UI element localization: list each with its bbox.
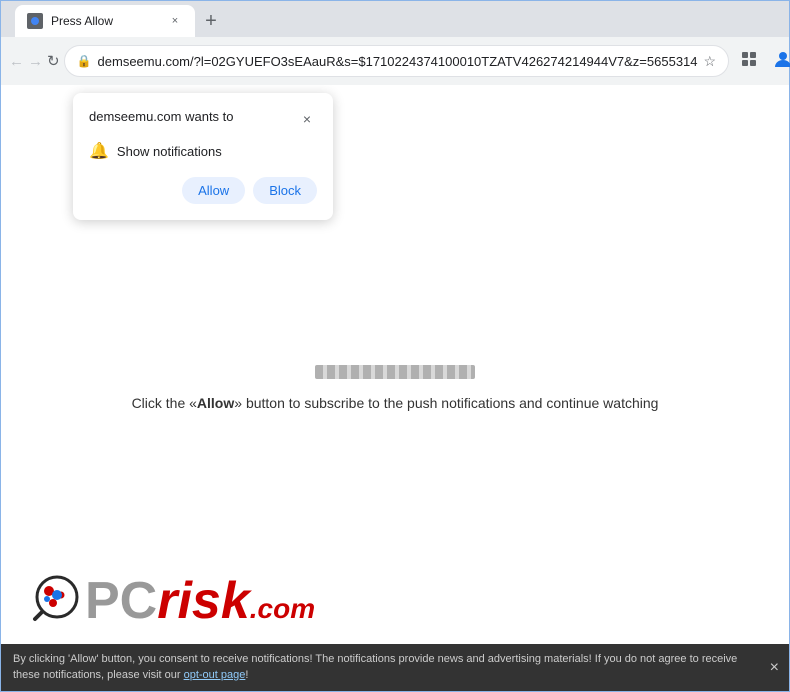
pcrisk-text: PCrisk.com — [85, 575, 315, 627]
instruction-allow-word: Allow — [197, 395, 234, 411]
fake-progress-bar — [315, 365, 475, 379]
extensions-button[interactable] — [733, 45, 765, 77]
bookmark-icon[interactable]: ☆ — [704, 53, 717, 70]
pcrisk-icon-graphic — [21, 571, 81, 631]
popup-notification-row: 🔔 Show notifications — [89, 141, 317, 161]
risk-text: risk — [157, 572, 250, 630]
popup-title: demseemu.com wants to — [89, 109, 234, 124]
extensions-icon — [740, 50, 758, 72]
opt-out-link[interactable]: opt-out page — [184, 669, 246, 681]
tab-title: Press Allow — [51, 14, 159, 28]
forward-icon: → — [28, 53, 43, 70]
bell-icon: 🔔 — [89, 141, 109, 161]
consent-bar: By clicking 'Allow' button, you consent … — [1, 644, 789, 691]
pc-text: PC — [85, 572, 157, 630]
instruction-text: Click the «Allow» button to subscribe to… — [132, 395, 659, 411]
show-notifications-label: Show notifications — [117, 144, 222, 159]
profile-button[interactable] — [767, 45, 790, 77]
consent-text-prefix: By clicking 'Allow' button, you consent … — [13, 653, 737, 680]
popup-buttons: Allow Block — [89, 177, 317, 204]
address-bar[interactable]: demseemu.com/?l=02GYUEFO3sEAauR&s=$17102… — [98, 54, 698, 69]
address-bar-container: 🔒 demseemu.com/?l=02GYUEFO3sEAauR&s=$171… — [64, 45, 730, 77]
consent-bar-close-button[interactable]: × — [770, 659, 779, 677]
popup-header: demseemu.com wants to × — [89, 109, 317, 129]
new-tab-button[interactable]: + — [197, 7, 225, 35]
com-text: .com — [250, 593, 315, 624]
consent-text: By clicking 'Allow' button, you consent … — [13, 652, 753, 683]
profile-icon — [774, 50, 790, 72]
reload-icon: ↻ — [47, 52, 60, 70]
popup-close-button[interactable]: × — [297, 109, 317, 129]
browser-window: Press Allow × + ← → ↻ 🔒 demseemu.com/?l=… — [0, 0, 790, 692]
notification-permission-popup: demseemu.com wants to × 🔔 Show notificat… — [73, 93, 333, 220]
tab-close-button[interactable]: × — [167, 13, 183, 29]
reload-button[interactable]: ↻ — [47, 45, 60, 77]
browser-tab[interactable]: Press Allow × — [15, 5, 195, 37]
page-content: demseemu.com wants to × 🔔 Show notificat… — [1, 85, 789, 691]
nav-right-icons: ⋮ — [733, 45, 790, 77]
tab-favicon — [27, 13, 43, 29]
back-icon: ← — [9, 53, 24, 70]
progress-area — [315, 365, 475, 379]
nav-bar: ← → ↻ 🔒 demseemu.com/?l=02GYUEFO3sEAauR&… — [1, 37, 789, 85]
forward-button[interactable]: → — [28, 45, 43, 77]
consent-text-suffix: ! — [245, 669, 248, 681]
lock-icon: 🔒 — [77, 54, 92, 68]
block-button[interactable]: Block — [253, 177, 317, 204]
pcrisk-logo: PCrisk.com — [21, 571, 315, 631]
instruction-suffix: » button to subscribe to the push notifi… — [234, 395, 658, 411]
back-button[interactable]: ← — [9, 45, 24, 77]
tab-bar: Press Allow × + — [1, 1, 789, 37]
allow-button[interactable]: Allow — [182, 177, 245, 204]
instruction-prefix: Click the « — [132, 395, 197, 411]
